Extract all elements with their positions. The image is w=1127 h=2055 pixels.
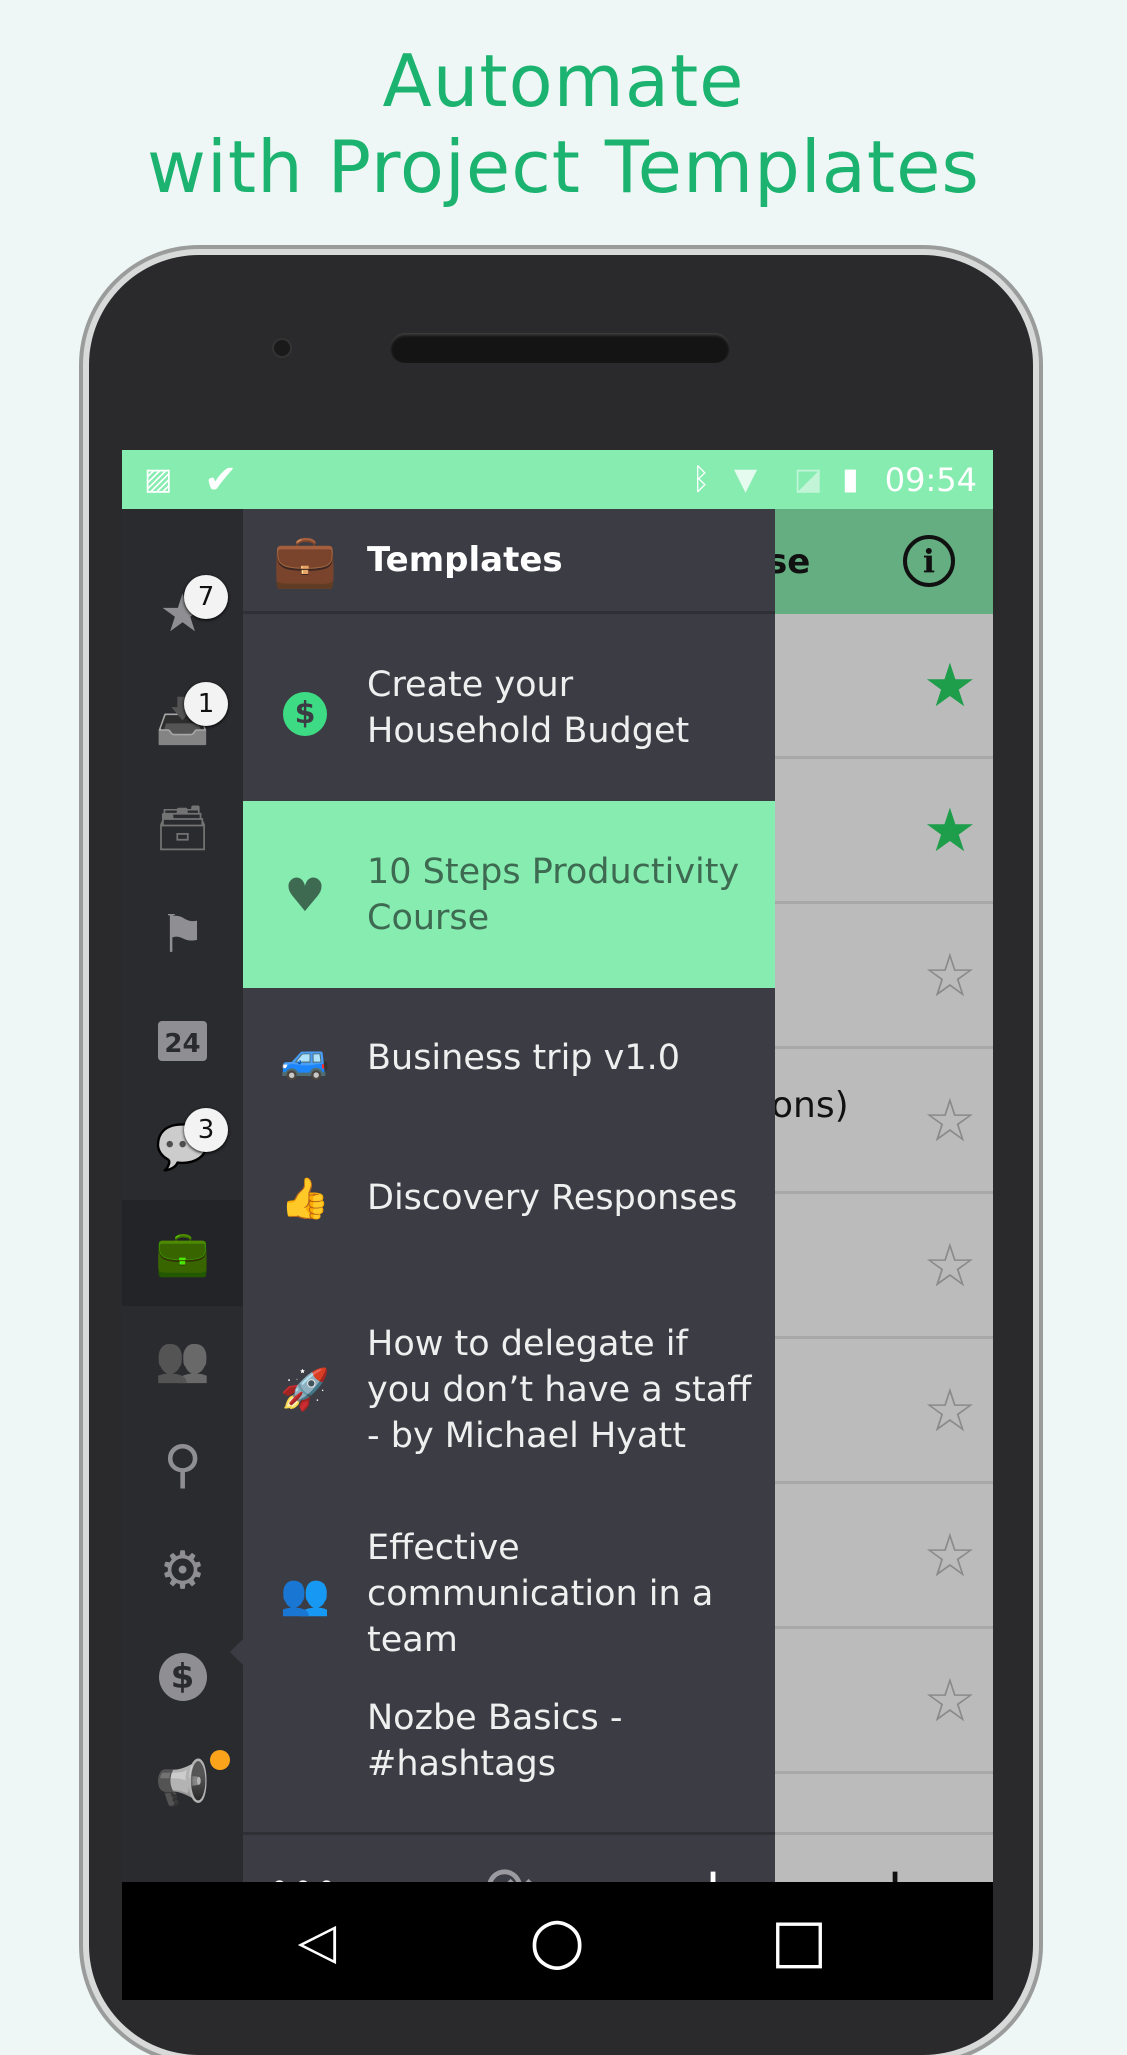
no-sim-icon: ◪	[794, 462, 823, 497]
calendar-icon: 24	[158, 1021, 207, 1061]
headline-line-1: Automate	[382, 39, 745, 123]
sidebar-item-comments[interactable]: 💬 3	[122, 1094, 243, 1200]
archive-icon: 🗃	[154, 803, 211, 854]
project-row[interactable]: ★	[775, 614, 993, 759]
add-template-button[interactable]: +	[653, 1835, 773, 1883]
star-outline-icon[interactable]: ☆	[923, 1381, 977, 1441]
team-icon: 👥	[155, 1334, 210, 1385]
star-outline-icon[interactable]: ☆	[923, 1526, 977, 1586]
sidebar-item-gear[interactable]: ⚙	[122, 1518, 243, 1624]
sidebar-item-flag[interactable]: ⚑	[122, 882, 243, 988]
drawer-title: Templates	[367, 540, 563, 580]
headline-line-2: with Project Templates	[147, 125, 980, 209]
project-row[interactable]: ☆	[775, 1339, 993, 1484]
project-header: se i	[767, 509, 993, 614]
sync-button[interactable]: ⟳	[449, 1835, 569, 1883]
star-filled-icon[interactable]: ★	[923, 801, 977, 861]
star-outline-icon[interactable]: ☆	[923, 1236, 977, 1296]
back-button[interactable]: ◁	[257, 1882, 377, 2000]
thumbs-up-icon: 👍	[280, 1175, 330, 1222]
project-row[interactable]: ☆	[775, 1629, 993, 1774]
project-list: se i ★★☆☆ons)☆☆☆☆ +	[767, 509, 993, 1937]
project-row[interactable]: ☆	[775, 1194, 993, 1339]
drawer-bottom-bar: ••• ⟳ +	[243, 1832, 775, 1882]
template-item[interactable]: 🚙 Business trip v1.0	[243, 988, 775, 1128]
search-icon: ⚲	[163, 1435, 202, 1495]
count-badge: 7	[184, 575, 228, 619]
template-label: Create your Household Budget	[367, 664, 690, 751]
status-bar: ▨ ✔ ᛒ ▼ ◪ ▮ 09:54	[122, 450, 993, 509]
sidebar-item-inbox[interactable]: 📥 1	[122, 668, 243, 774]
project-row[interactable]: ☆	[775, 1484, 993, 1629]
heart-icon: ♥	[284, 867, 326, 922]
flag-icon: ⚑	[159, 905, 206, 965]
template-item[interactable]: $ Create your Household Budget	[243, 614, 775, 801]
briefcase-icon: 💼	[155, 1228, 210, 1279]
template-item[interactable]: 👍 Discovery Responses	[243, 1128, 775, 1268]
battery-icon: ▮	[842, 462, 859, 497]
sidebar-item-team[interactable]: 👥	[122, 1306, 243, 1412]
bluetooth-icon: ᛒ	[692, 462, 710, 497]
phone-screen: ▨ ✔ ᛒ ▼ ◪ ▮ 09:54 se i ★ ★ ☆ ☆ ons) ☆ ☆ ☆ ☆ + ★7…	[122, 450, 993, 2000]
sidebar-item-search[interactable]: ⚲	[122, 1412, 243, 1518]
template-label: 10 Steps Productivity Course	[367, 851, 740, 938]
check-circle-icon: ✔	[204, 456, 238, 503]
gear-icon: ⚙	[159, 1541, 206, 1601]
template-label: Discovery Responses	[367, 1178, 738, 1218]
project-row[interactable]: ☆ ons)	[771, 1049, 993, 1194]
recents-button[interactable]: □	[739, 1882, 859, 2000]
count-badge: 1	[184, 682, 228, 726]
star-outline-icon[interactable]: ☆	[923, 1671, 977, 1731]
template-label: Effective communication in a team	[367, 1528, 714, 1660]
drawer-header: 💼 Templates	[243, 509, 775, 614]
phone-camera	[274, 340, 290, 356]
template-item[interactable]: ♥ 10 Steps Productivity Course	[243, 801, 775, 988]
megaphone-icon: 📢	[155, 1758, 210, 1809]
headline: Automate with Project Templates	[0, 38, 1127, 210]
rocket-icon: 🚀	[280, 1367, 330, 1413]
count-badge: 3	[184, 1108, 228, 1152]
star-filled-icon[interactable]: ★	[923, 656, 977, 716]
star-outline-icon[interactable]: ☆	[923, 1091, 977, 1151]
image-icon: ▨	[144, 462, 173, 497]
wifi-icon: ▼	[734, 462, 758, 497]
status-time: 09:54	[884, 460, 977, 499]
sidebar-item-money[interactable]: $	[122, 1624, 243, 1730]
info-icon[interactable]: i	[903, 535, 955, 587]
project-row[interactable]: ★	[775, 759, 993, 904]
active-indicator	[230, 1639, 243, 1665]
sidebar: ★ 7 📥 1 🗃 ⚑ 24 💬 3 💼 👥 ⚲ ⚙ $ 📢	[122, 509, 243, 1882]
template-label: Business trip v1.0	[367, 1038, 681, 1078]
sidebar-item-briefcase[interactable]: 💼	[122, 1200, 243, 1306]
sidebar-item-archive[interactable]: 🗃	[122, 775, 243, 881]
template-item[interactable]: 🚀 How to delegate if you don’t have a sta…	[243, 1268, 775, 1511]
sidebar-item-star[interactable]: ★ 7	[122, 561, 243, 667]
project-row-fragment: ons)	[771, 1085, 849, 1126]
templates-drawer: 💼 Templates $ Create your Household Budge…	[243, 509, 775, 1882]
template-label: How to delegate if you don’t have a staf…	[367, 1323, 752, 1456]
dollar-icon: $	[243, 680, 367, 736]
people-icon: 👥	[280, 1571, 330, 1618]
money-icon: $	[158, 1653, 207, 1701]
briefcase-icon: 💼	[272, 530, 338, 591]
phone-speaker	[390, 333, 730, 363]
sidebar-item-megaphone[interactable]: 📢	[122, 1730, 243, 1836]
template-item[interactable]: 👥 Effective communication in a team	[243, 1511, 775, 1677]
template-label: Nozbe Basics - #hashtags	[367, 1698, 623, 1784]
star-outline-icon[interactable]: ☆	[923, 946, 977, 1006]
notification-dot	[210, 1750, 230, 1770]
project-row[interactable]: ☆	[775, 904, 993, 1049]
android-nav-bar: ◁ ○ □	[122, 1882, 993, 2000]
car-icon: 🚙	[280, 1035, 330, 1082]
home-button[interactable]: ○	[497, 1882, 617, 2000]
sidebar-item-calendar[interactable]: 24	[122, 988, 243, 1094]
more-button[interactable]: •••	[243, 1835, 363, 1883]
template-item[interactable]: Nozbe Basics - #hashtags	[243, 1677, 775, 1837]
